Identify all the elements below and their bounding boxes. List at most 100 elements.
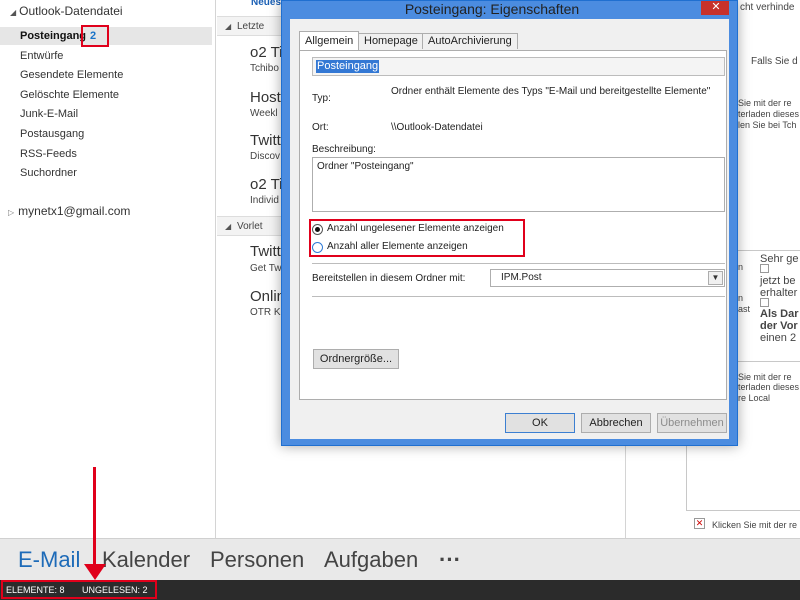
folder-label: Suchordner: [20, 167, 77, 179]
status-item-count: ELEMENTE: 8: [6, 585, 65, 595]
folder-label: Gesendete Elemente: [20, 69, 124, 81]
reading-pane-text: Falls Sie d: [751, 56, 798, 67]
folder-item-postausgang[interactable]: Postausgang: [0, 125, 212, 143]
message-preview[interactable]: Discov: [250, 151, 280, 162]
unread-count-badge: 2: [90, 30, 97, 42]
tab-panel-general: Posteingang Typ: Ordner enthält Elemente…: [299, 50, 727, 400]
folder-label: Entwürfe: [20, 50, 64, 62]
account-label: mynetx1@gmail.com: [18, 204, 131, 218]
dialog-title: Posteingang: Eigenschaften: [404, 1, 580, 17]
dialog-frame: [282, 1, 290, 445]
cancel-button[interactable]: Abbrechen: [581, 413, 651, 433]
reading-pane-text: cht verhinde: [740, 2, 795, 13]
location-value: \\Outlook-Datendatei: [391, 122, 483, 133]
root-label: Outlook-Datendatei: [19, 4, 123, 18]
reading-pane-text: terladen dieses: [738, 109, 800, 119]
folder-item-posteingang[interactable]: Posteingang 2: [0, 27, 212, 45]
radio-label: Anzahl aller Elemente anzeigen: [327, 241, 468, 252]
reading-pane-text: n: [738, 262, 744, 272]
type-label: Typ:: [312, 93, 331, 104]
radio-button[interactable]: [312, 242, 323, 253]
reading-pane-text: Klicken Sie mit der re: [712, 520, 798, 530]
folder-size-button[interactable]: Ordnergröße...: [313, 349, 399, 369]
dialog-frame: [729, 1, 737, 445]
tab-homepage[interactable]: Homepage: [358, 33, 424, 49]
new-items-link[interactable]: Neues: [251, 0, 281, 8]
image-placeholder-icon: [760, 264, 769, 273]
reading-pane-body-text: einen 2: [760, 332, 797, 344]
description-textarea[interactable]: Ordner "Posteingang": [312, 157, 725, 212]
message-preview[interactable]: Tchibo: [250, 63, 279, 74]
folder-tree-root[interactable]: ◢ Outlook-Datendatei: [10, 4, 123, 18]
annotation-arrow: [93, 467, 96, 575]
reading-pane-text: terladen dieses: [738, 382, 800, 392]
reading-pane-body-text: Als Dar: [760, 308, 799, 320]
group-collapse-icon[interactable]: ◢: [225, 217, 231, 237]
message-preview[interactable]: Weekl: [250, 108, 278, 119]
nav-more-icon[interactable]: ···: [439, 547, 461, 573]
separator: [312, 296, 725, 297]
type-value: Ordner enthält Elemente des Typs "E-Mail…: [391, 86, 711, 97]
broken-image-icon: ✕: [694, 518, 705, 529]
ok-button[interactable]: OK: [505, 413, 575, 433]
nav-item-calendar[interactable]: Kalender: [102, 547, 190, 573]
group-label: Letzte: [237, 21, 265, 32]
folder-item-geloeschte[interactable]: Gelöschte Elemente: [0, 86, 212, 104]
nav-item-people[interactable]: Personen: [210, 547, 304, 573]
folder-name-value: Posteingang: [316, 60, 380, 73]
message-sender[interactable]: o2 Ti: [250, 44, 283, 61]
folder-item-suchordner[interactable]: Suchordner: [0, 164, 212, 182]
folder-item-gesendete[interactable]: Gesendete Elemente: [0, 66, 212, 84]
close-icon[interactable]: ✕: [701, 1, 731, 15]
account-item[interactable]: ▷ mynetx1@gmail.com: [8, 204, 130, 218]
message-preview[interactable]: OTR Kr: [250, 307, 284, 318]
post-form-value: IPM.Post: [501, 272, 542, 283]
reading-pane-text: n: [738, 293, 744, 303]
reading-pane-text: re Local: [738, 393, 771, 403]
expand-arrow-icon[interactable]: ◢: [10, 8, 16, 17]
dialog-body: Allgemein Homepage AutoArchivierung Post…: [290, 19, 729, 439]
folder-item-junk[interactable]: Junk-E-Mail: [0, 105, 212, 123]
folder-item-entwuerfe[interactable]: Entwürfe: [0, 47, 212, 65]
message-preview[interactable]: Individ: [250, 195, 279, 206]
navigation-bar: E-Mail Kalender Personen Aufgaben ···: [0, 538, 800, 580]
post-form-label: Bereitstellen in diesem Ordner mit:: [312, 273, 466, 284]
folder-label: Gelöschte Elemente: [20, 89, 120, 101]
reading-pane-body-text: jetzt be: [760, 275, 796, 287]
chevron-down-icon[interactable]: ▼: [708, 271, 723, 285]
image-placeholder-icon: [760, 298, 769, 307]
tab-general[interactable]: Allgemein: [299, 31, 360, 51]
reading-pane-text: Sie mit der re: [738, 372, 792, 382]
properties-dialog: Posteingang: Eigenschaften ✕ Allgemein H…: [281, 0, 738, 446]
nav-item-tasks[interactable]: Aufgaben: [324, 547, 418, 573]
folder-label: RSS-Feeds: [20, 148, 77, 160]
message-sender[interactable]: o2 Ti: [250, 176, 283, 193]
apply-button[interactable]: Übernehmen: [657, 413, 727, 433]
description-label: Beschreibung:: [312, 144, 376, 155]
reading-pane-body-text: der Vor: [760, 320, 798, 332]
folder-label: Posteingang: [20, 30, 87, 42]
folder-item-rss[interactable]: RSS-Feeds: [0, 145, 212, 163]
collapse-arrow-icon[interactable]: ▷: [8, 208, 14, 217]
group-header-previous[interactable]: ◢ Vorlet: [217, 216, 287, 236]
reading-pane-text: len Sie bei Tch: [738, 120, 797, 130]
message-sender[interactable]: Host: [250, 89, 281, 106]
status-unread-count: UNGELESEN: 2: [82, 585, 148, 595]
reading-pane-text: ast: [738, 304, 751, 314]
message-preview[interactable]: Get Tw: [250, 263, 282, 274]
folder-pane: ◢ Outlook-Datendatei Posteingang 2 Entwürf…: [0, 0, 216, 538]
nav-item-mail[interactable]: E-Mail: [18, 547, 80, 573]
message-sender[interactable]: Twitt: [250, 132, 281, 149]
radio-button[interactable]: [312, 224, 323, 235]
group-header-recent[interactable]: ◢ Letzte: [217, 16, 287, 36]
reading-pane-text: Sie mit der re: [738, 98, 792, 108]
post-form-select[interactable]: IPM.Post ▼: [490, 269, 725, 287]
tab-autoarchive[interactable]: AutoArchivierung: [422, 33, 518, 49]
message-sender[interactable]: Twitt: [250, 243, 281, 260]
message-sender[interactable]: Onlin: [250, 288, 285, 305]
group-collapse-icon[interactable]: ◢: [225, 17, 231, 37]
group-label: Vorlet: [237, 221, 263, 232]
folder-name-field[interactable]: Posteingang: [312, 57, 725, 76]
dialog-title-bar[interactable]: Posteingang: Eigenschaften ✕: [282, 1, 737, 19]
location-label: Ort:: [312, 122, 329, 133]
